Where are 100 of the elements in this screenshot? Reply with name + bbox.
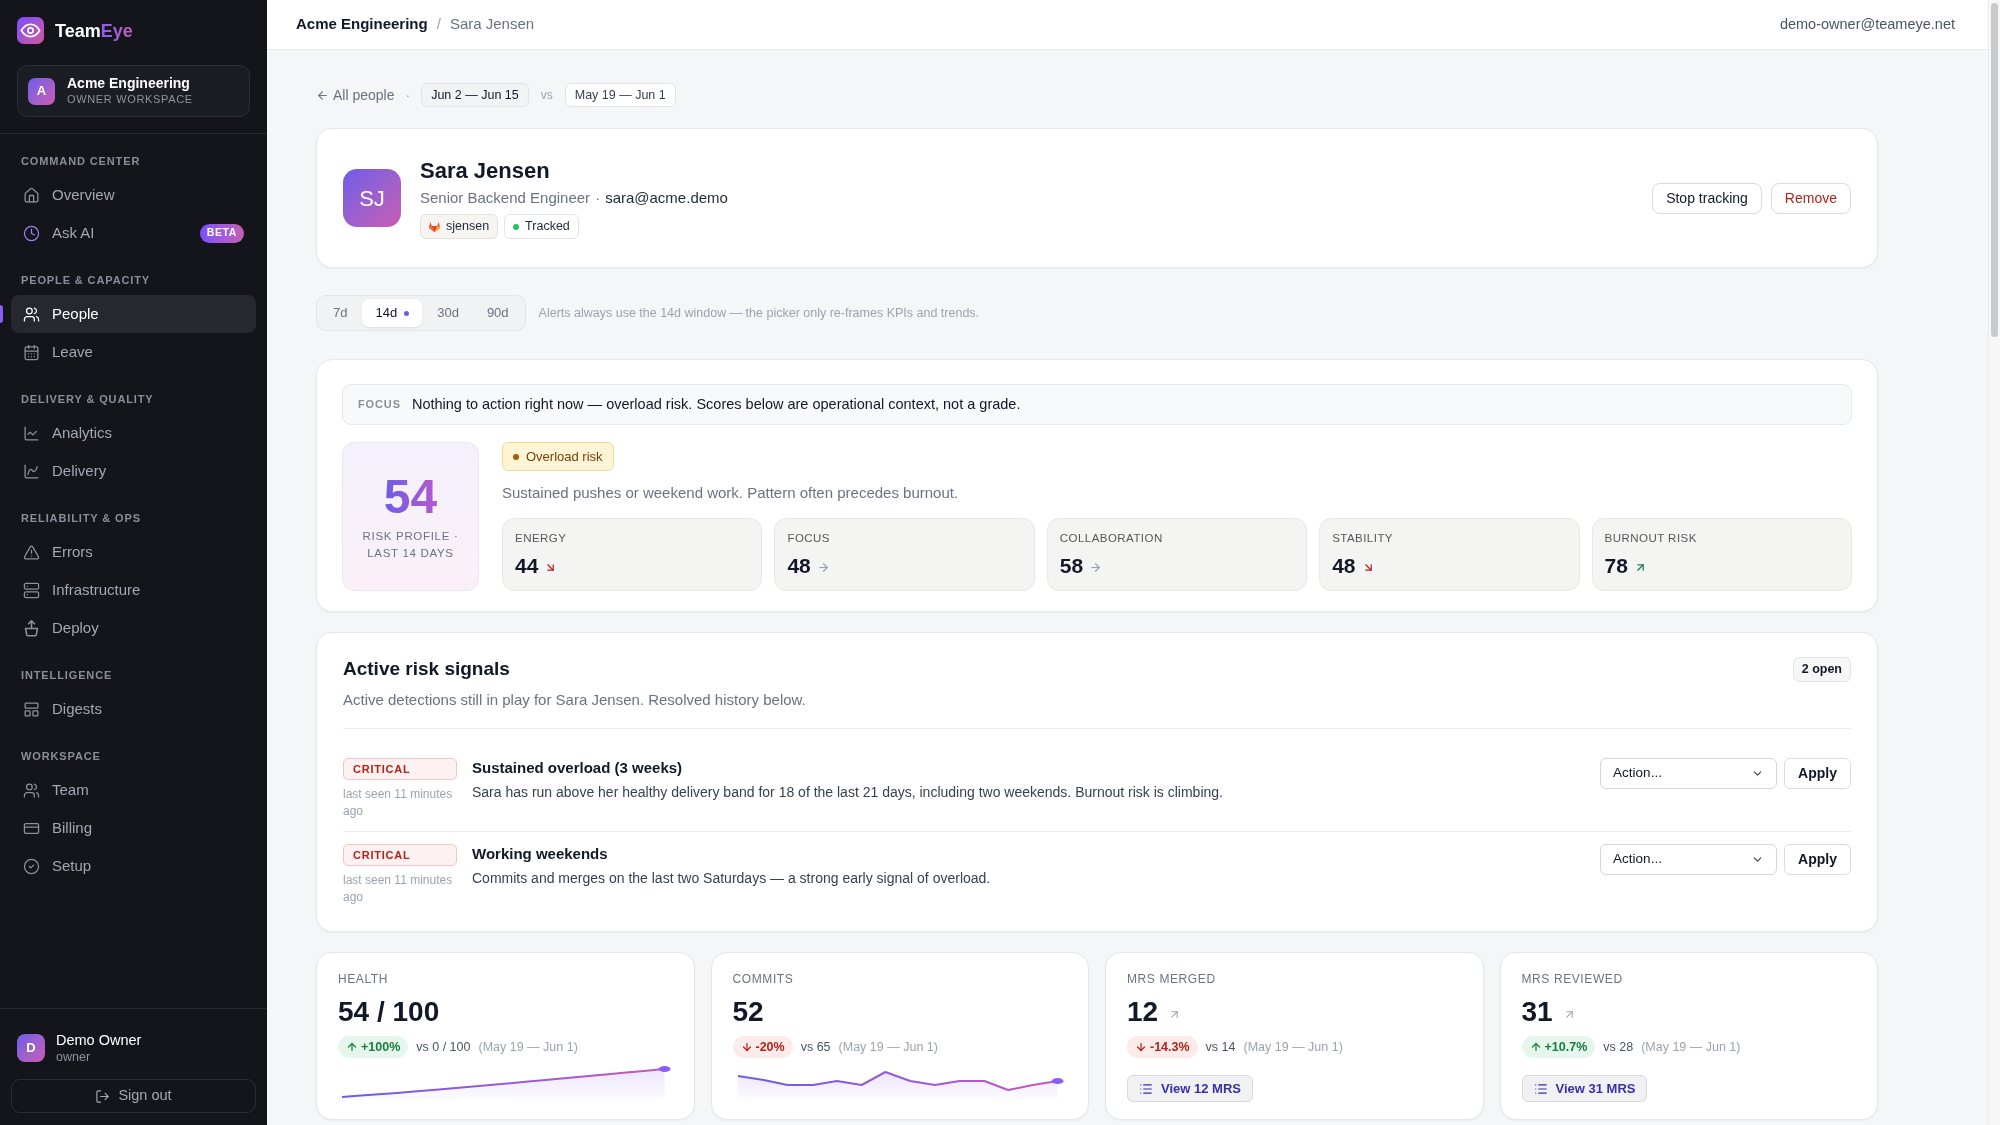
comparison-text: vs 65 [800, 1038, 831, 1056]
metric-label: BURNOUT RISK [1604, 531, 1698, 545]
kpi-label: HEALTH [338, 972, 390, 986]
section-heading: RELIABILITY & OPS [20, 511, 142, 526]
breadcrumb[interactable]: Acme Engineering [296, 13, 428, 36]
people-icon [23, 305, 40, 323]
upload-icon [23, 619, 40, 637]
calendar-icon [23, 343, 40, 361]
breadcrumb: Sara Jensen [449, 14, 535, 35]
action-select[interactable]: Action... [1600, 844, 1778, 875]
section-title: Active risk signals [343, 657, 510, 681]
check-circle-icon [23, 857, 40, 875]
beta-badge: BETA [199, 223, 244, 243]
nav-item[interactable]: Leave [11, 333, 256, 371]
nav-item[interactable]: Errors [11, 533, 256, 571]
kpi-label: MRS MERGED [1127, 972, 1217, 986]
delta-value: +10.7% [1544, 1038, 1588, 1056]
view-mrs-button[interactable]: View 12 MRS [1127, 1075, 1253, 1102]
nav-item[interactable]: Digests [11, 690, 256, 728]
metric-value: 58 [1059, 553, 1084, 579]
comparison-text: vs 14 [1205, 1038, 1236, 1056]
kpi-value: 12 [1127, 995, 1159, 1029]
apply-button[interactable]: Apply [1784, 758, 1851, 789]
apply-button[interactable]: Apply [1784, 844, 1851, 875]
section-heading: PEOPLE & CAPACITY [20, 273, 152, 288]
risk-badge-label: Overload risk [526, 447, 603, 466]
separator: · [595, 188, 601, 208]
comparison-text: vs 0 / 100 [416, 1038, 471, 1056]
nav-item[interactable]: Billing [11, 809, 256, 847]
view-mrs-button[interactable]: View 31 MRS [1521, 1075, 1648, 1102]
window-tab[interactable]: 90d [473, 299, 522, 327]
action-select[interactable]: Action... [1600, 758, 1778, 789]
severity-badge: CRITICAL [343, 844, 457, 866]
metric-label: ENERGY [515, 531, 568, 545]
nav-item[interactable]: Overview [11, 176, 256, 214]
date-range-chip[interactable]: May 19 — Jun 1 [564, 83, 676, 107]
section-heading: DELIVERY & QUALITY [20, 392, 155, 407]
nav-item[interactable]: Team [11, 771, 256, 809]
signal-description: Sara has run above her healthy delivery band for 18 of the last 21 days, including two weekends. Burnout risk is climbing. [472, 783, 1224, 802]
delta-value: -20% [755, 1038, 785, 1056]
window-tab[interactable]: 30d [424, 299, 472, 327]
focus-message: Nothing to action right now — overload risk. Scores below are operational context, not a grade. [411, 394, 1021, 414]
job-title: Senior Backend Engineer [420, 188, 591, 208]
delta-value: +100% [361, 1038, 401, 1056]
nav-item[interactable]: Ask AI BETA [11, 214, 256, 252]
metric-label: COLLABORATION [1059, 531, 1164, 545]
arrow-down-icon [740, 1041, 753, 1053]
window-tab[interactable]: 14d [362, 299, 423, 327]
user-role: owner [56, 1049, 92, 1065]
kpi-value: 52 [732, 995, 764, 1029]
metric-value: 44 [515, 553, 539, 579]
nav-item[interactable]: Infrastructure [11, 571, 256, 609]
arrow-left-icon [316, 88, 329, 102]
account-email: demo-owner@teameye.net [1779, 14, 1955, 34]
layout-icon [23, 700, 40, 718]
nav-item[interactable]: People [11, 295, 256, 333]
nav-item[interactable]: Delivery [11, 452, 256, 490]
window-note: Alerts always use the 14d window — the picker only re-frames KPIs and trends. [538, 304, 980, 322]
scrollbar-thumb[interactable] [1991, 3, 1998, 337]
line-chart-icon [23, 424, 40, 442]
metric-label: FOCUS [787, 531, 831, 545]
list-icon [1533, 1081, 1548, 1096]
comparison-text: vs 28 [1603, 1038, 1634, 1056]
person-avatar: SJ [343, 169, 401, 227]
line-chart-icon [23, 462, 40, 480]
brand-name: TeamEye [55, 19, 133, 43]
arrow-up-icon [346, 1041, 358, 1053]
period-text: (May 19 — Jun 1) [1243, 1038, 1343, 1056]
period-text: (May 19 — Jun 1) [838, 1038, 938, 1056]
date-range-chip[interactable]: Jun 2 — Jun 15 [421, 83, 529, 107]
nav-item[interactable]: Setup [11, 847, 256, 885]
clock-icon [23, 224, 40, 242]
stop-tracking-button[interactable]: Stop tracking [1652, 182, 1762, 214]
arrow-up-icon [1529, 1041, 1542, 1053]
risk-description: Sustained pushes or weekend work. Pattern often precedes burnout. [502, 483, 960, 503]
signal-title: Working weekends [472, 844, 609, 864]
kpi-label: COMMITS [732, 972, 795, 986]
person-name: Sara Jensen [420, 157, 551, 185]
email-text: sara@acme.demo [605, 188, 728, 208]
last-seen-text: last seen 11 minutes ago [343, 872, 454, 906]
server-icon [23, 581, 40, 599]
sign-out-icon [95, 1088, 111, 1104]
arrow-right-icon [1089, 561, 1103, 574]
window-tab[interactable]: 7d [320, 299, 361, 327]
nav-item[interactable]: Analytics [11, 414, 256, 452]
sign-out-button[interactable]: Sign out [11, 1079, 256, 1113]
delta-value: -14.3% [1150, 1038, 1190, 1056]
workspace-switcher[interactable]: A Acme Engineering OWNER WORKSPACE [17, 65, 250, 117]
warning-icon [23, 543, 40, 561]
severity-badge: CRITICAL [343, 758, 457, 780]
tag-label: Tracked [525, 218, 570, 236]
section-subtitle: Active detections still in play for Sara Jensen. Resolved history below. [343, 690, 807, 710]
nav-item[interactable]: Deploy [11, 609, 256, 647]
remove-button[interactable]: Remove [1770, 182, 1851, 214]
signal-description: Commits and merges on the last two Saturdays — a strong early signal of overload. [472, 869, 992, 888]
workspace-avatar: A [28, 77, 55, 105]
user-name: Demo Owner [56, 1031, 142, 1049]
back-link[interactable]: All people [316, 84, 395, 106]
fox-icon [429, 221, 440, 232]
kpi-label: MRS REVIEWED [1521, 972, 1624, 986]
